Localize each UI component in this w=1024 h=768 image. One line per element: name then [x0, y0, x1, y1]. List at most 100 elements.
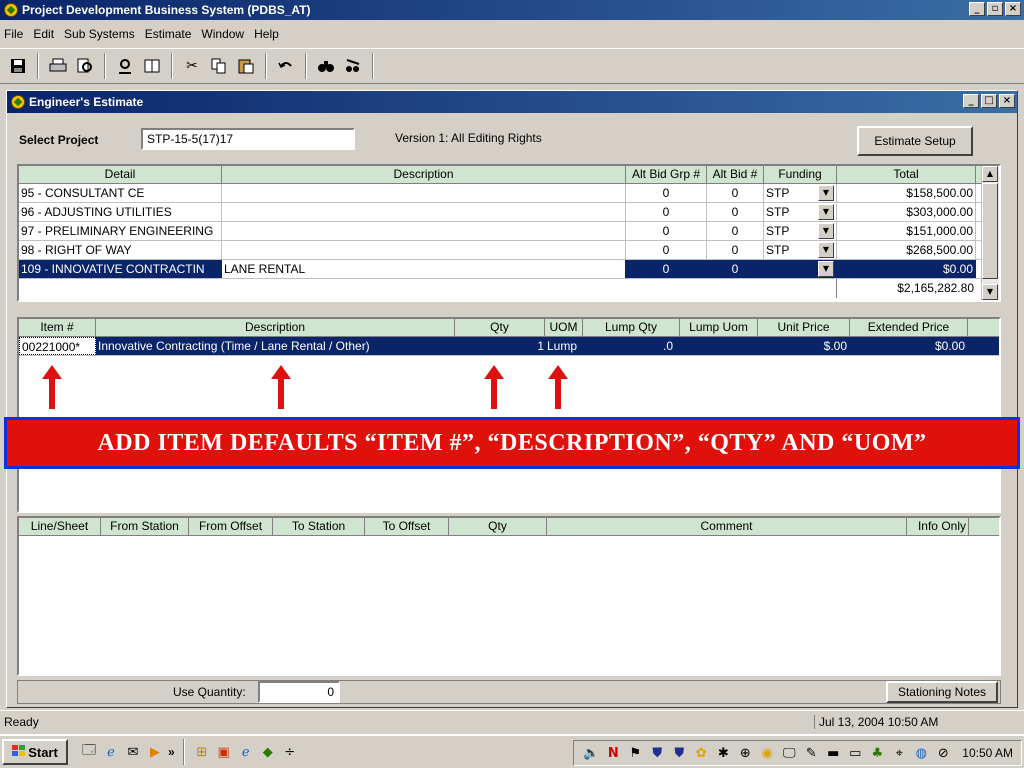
child-close-button[interactable]: ×	[999, 94, 1015, 108]
menu-edit[interactable]: Edit	[33, 27, 54, 41]
menu-file[interactable]: File	[4, 27, 23, 41]
start-button[interactable]: Start	[2, 739, 68, 765]
col-detail[interactable]: Detail	[19, 166, 222, 183]
print-preview-icon[interactable]	[73, 54, 97, 78]
col-qty[interactable]: Qty	[455, 319, 545, 336]
item-qty-cell[interactable]: 1	[455, 337, 545, 355]
description-cell[interactable]	[222, 203, 626, 221]
tray-icon[interactable]: ✱	[714, 744, 732, 762]
media-player-icon[interactable]: ▶	[146, 743, 164, 761]
volume-icon[interactable]: 🔈	[582, 744, 600, 762]
col-alt-bid[interactable]: Alt Bid #	[707, 166, 764, 183]
chevron-down-icon[interactable]: ▼	[818, 204, 834, 220]
scroll-thumb[interactable]	[982, 183, 998, 279]
use-quantity-input[interactable]: 0	[258, 681, 340, 703]
detail-row[interactable]: 96 - ADJUSTING UTILITIES 0 0 STP ▼ $303,000.0…	[19, 203, 999, 222]
col-from-station[interactable]: From Station	[101, 518, 189, 535]
item-lump-uom-cell[interactable]	[680, 337, 758, 355]
col-lump-qty[interactable]: Lump Qty	[583, 319, 680, 336]
alt-bid-grp-cell[interactable]: 0	[626, 203, 707, 221]
col-alt-bid-grp[interactable]: Alt Bid Grp #	[626, 166, 707, 183]
funding-dropdown[interactable]: STP ▼	[764, 222, 837, 240]
alt-bid-cell[interactable]: 0	[707, 184, 764, 202]
scroll-up-icon[interactable]: ▲	[982, 166, 998, 182]
shield-icon[interactable]: ⛊	[648, 744, 666, 762]
tray-icon[interactable]: ◉	[758, 744, 776, 762]
shield-icon[interactable]: ⛊	[670, 744, 688, 762]
find-icon[interactable]	[314, 54, 338, 78]
tray-icon[interactable]: ⚑	[626, 744, 644, 762]
col-line-sheet[interactable]: Line/Sheet	[19, 518, 101, 535]
norton-icon[interactable]: N	[604, 744, 622, 762]
find-replace-icon[interactable]	[341, 54, 365, 78]
task-app-icon[interactable]: ▣	[215, 743, 233, 761]
item-lump-qty-cell[interactable]: .0	[583, 337, 680, 355]
detail-cell[interactable]: 97 - PRELIMINARY ENGINEERING	[19, 222, 222, 240]
alt-bid-cell[interactable]: 0	[707, 222, 764, 240]
col-from-offset[interactable]: From Offset	[189, 518, 273, 535]
col-item-number[interactable]: Item #	[19, 319, 96, 336]
detail-row[interactable]: 95 - CONSULTANT CE 0 0 STP ▼ $158,500.00	[19, 184, 999, 203]
copy-icon[interactable]	[207, 54, 231, 78]
col-to-station[interactable]: To Station	[273, 518, 365, 535]
tools-icon[interactable]	[113, 54, 137, 78]
menu-sub-systems[interactable]: Sub Systems	[64, 27, 135, 41]
alt-bid-grp-cell[interactable]: 0	[626, 222, 707, 240]
alt-bid-grp-cell[interactable]: 0	[626, 184, 707, 202]
col-comment[interactable]: Comment	[547, 518, 907, 535]
col-station-qty[interactable]: Qty	[449, 518, 547, 535]
close-button[interactable]: ×	[1005, 2, 1021, 16]
task-calc-icon[interactable]: ÷	[281, 743, 299, 761]
paste-icon[interactable]	[234, 54, 258, 78]
tray-icon[interactable]: ◍	[912, 744, 930, 762]
tray-icon[interactable]: ✿	[692, 744, 710, 762]
detail-cell[interactable]: 98 - RIGHT OF WAY	[19, 241, 222, 259]
description-cell[interactable]: LANE RENTAL	[222, 260, 626, 278]
estimate-setup-button[interactable]: Estimate Setup	[857, 126, 973, 156]
detail-row[interactable]: 97 - PRELIMINARY ENGINEERING 0 0 STP ▼ $151,0…	[19, 222, 999, 241]
menu-estimate[interactable]: Estimate	[145, 27, 192, 41]
monitor-icon[interactable]: 🖵	[780, 744, 798, 762]
chevron-down-icon[interactable]: ▼	[818, 261, 834, 277]
quicklaunch-chevron[interactable]: »	[168, 745, 175, 759]
undo-icon[interactable]	[274, 54, 298, 78]
item-row[interactable]: 00221000* Innovative Contracting (Time /…	[19, 337, 999, 356]
show-desktop-icon[interactable]: 🗔	[80, 743, 98, 761]
chevron-down-icon[interactable]: ▼	[818, 185, 834, 201]
detail-row[interactable]: 109 - INNOVATIVE CONTRACTIN LANE RENTAL 0 0…	[19, 260, 999, 279]
col-extended-price[interactable]: Extended Price	[850, 319, 968, 336]
network-icon[interactable]: ⌖	[890, 744, 908, 762]
alt-bid-grp-cell[interactable]: 0	[626, 260, 707, 278]
funding-dropdown[interactable]: STP ▼	[764, 241, 837, 259]
detail-scrollbar[interactable]: ▲ ▼	[981, 166, 999, 300]
menu-window[interactable]: Window	[201, 27, 244, 41]
description-cell[interactable]	[222, 184, 626, 202]
detail-cell[interactable]: 96 - ADJUSTING UTILITIES	[19, 203, 222, 221]
item-uom-cell[interactable]: Lump	[545, 337, 583, 355]
tray-icon[interactable]: ⊘	[934, 744, 952, 762]
save-icon[interactable]	[6, 54, 30, 78]
funding-dropdown[interactable]: STP ▼	[764, 184, 837, 202]
detail-cell[interactable]: 95 - CONSULTANT CE	[19, 184, 222, 202]
item-description-cell[interactable]: Innovative Contracting (Time / Lane Rent…	[96, 337, 455, 355]
total-cell[interactable]: $303,000.00	[837, 203, 976, 221]
battery-icon[interactable]: ▭	[846, 744, 864, 762]
stationing-notes-button[interactable]: Stationing Notes	[886, 681, 998, 703]
tray-icon[interactable]: ⊕	[736, 744, 754, 762]
tray-icon[interactable]: ♣	[868, 744, 886, 762]
col-info-only[interactable]: Info Only	[907, 518, 969, 535]
col-lump-uom[interactable]: Lump Uom	[680, 319, 758, 336]
alt-bid-cell[interactable]: 0	[707, 260, 764, 278]
funding-dropdown[interactable]: ▼	[764, 260, 837, 278]
menu-help[interactable]: Help	[254, 27, 279, 41]
item-unit-price-cell[interactable]: $.00	[758, 337, 850, 355]
item-number-cell[interactable]: 00221000*	[19, 337, 96, 355]
col-description[interactable]: Description	[222, 166, 626, 183]
child-minimize-button[interactable]: _	[963, 94, 979, 108]
cut-icon[interactable]: ✂	[180, 54, 204, 78]
description-cell[interactable]	[222, 222, 626, 240]
col-unit-price[interactable]: Unit Price	[758, 319, 850, 336]
col-total[interactable]: Total	[837, 166, 976, 183]
print-icon[interactable]	[46, 54, 70, 78]
col-item-description[interactable]: Description	[96, 319, 455, 336]
